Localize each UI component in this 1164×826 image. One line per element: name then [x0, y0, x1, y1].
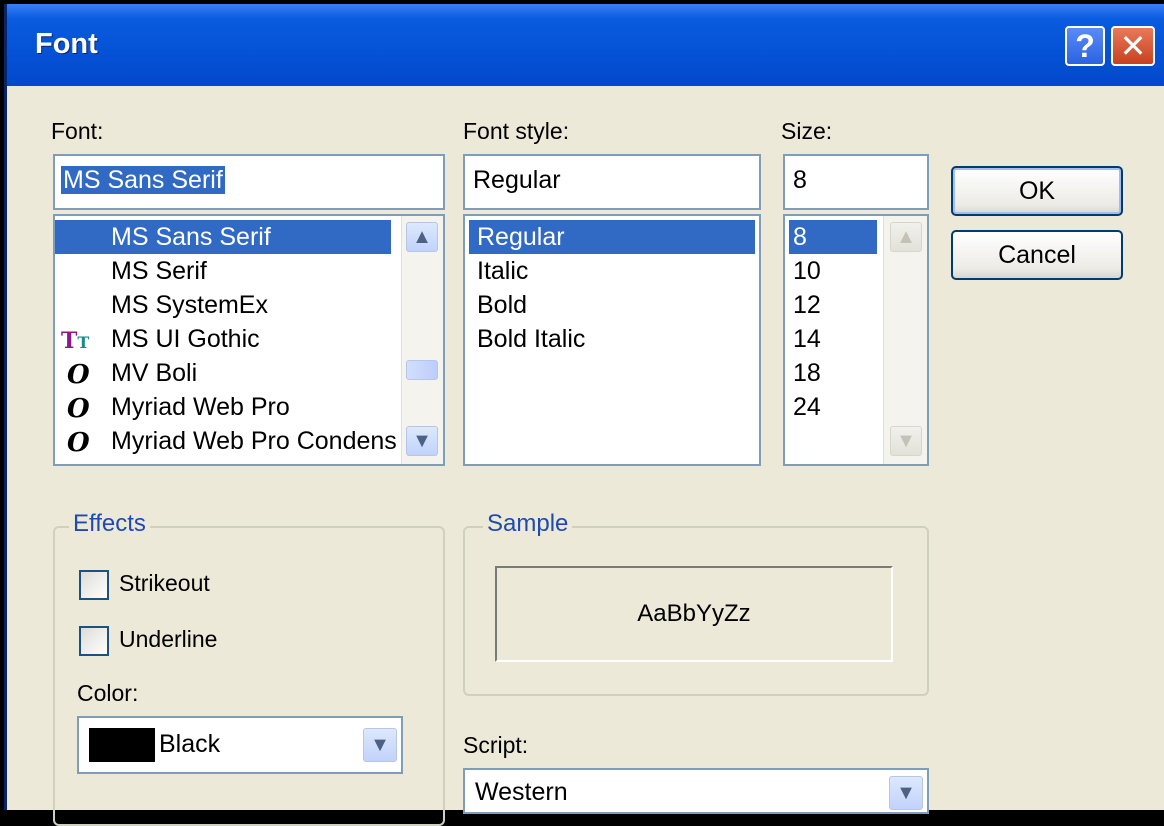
- font-list-item[interactable]: MS SystemEx: [111, 288, 268, 322]
- font-label: Font:: [51, 118, 104, 144]
- size-list[interactable]: 8 10 12 14 18 24 ▲ ▼: [783, 214, 929, 466]
- font-list-item[interactable]: MS UI Gothic: [111, 322, 260, 356]
- font-list-item[interactable]: MV Boli: [111, 356, 197, 390]
- title-bar[interactable]: Font ? ✕: [7, 4, 1164, 86]
- font-name-input[interactable]: MS Sans Serif: [53, 154, 445, 210]
- size-item[interactable]: 12: [793, 288, 821, 322]
- font-list-item-label: MV Boli: [111, 359, 198, 387]
- size-scroll-down-button[interactable]: ▼: [890, 426, 922, 456]
- font-list-item-label: MS UI Gothic: [111, 325, 260, 353]
- ok-button[interactable]: OK: [951, 166, 1123, 216]
- size-item-label: 12: [793, 291, 821, 319]
- help-icon: ?: [1075, 28, 1095, 64]
- font-dialog: Font ? ✕ Font: MS Sans Serif MS Sans Ser…: [4, 4, 1164, 826]
- color-value: Black: [159, 730, 221, 758]
- chevron-down-icon: ▼: [896, 781, 916, 804]
- chevron-down-icon: ▼: [412, 429, 432, 452]
- script-value: Western: [475, 778, 568, 806]
- color-label: Color:: [77, 680, 139, 706]
- size-item-label: 8: [793, 223, 807, 251]
- font-style-item-label: Regular: [477, 223, 565, 251]
- size-label: Size:: [781, 118, 833, 144]
- font-style-item[interactable]: Italic: [477, 254, 528, 288]
- font-style-item-label: Bold: [477, 291, 528, 319]
- cancel-button-label: Cancel: [998, 240, 1076, 269]
- font-style-item-label: Bold Italic: [477, 325, 586, 353]
- font-list-item-label: MS Sans Serif: [111, 223, 271, 251]
- chevron-down-icon: ▼: [896, 429, 916, 452]
- font-style-item[interactable]: Regular: [469, 220, 755, 254]
- size-item[interactable]: 10: [793, 254, 821, 288]
- font-style-input[interactable]: Regular: [463, 154, 761, 210]
- size-item-label: 14: [793, 325, 821, 353]
- effects-group: [53, 526, 445, 826]
- strikeout-label[interactable]: Strikeout: [119, 570, 210, 597]
- underline-label[interactable]: Underline: [119, 626, 217, 653]
- size-item-label: 10: [793, 257, 821, 285]
- ok-button-label: OK: [1018, 176, 1056, 205]
- font-style-list[interactable]: Regular Italic Bold Bold Italic: [463, 214, 761, 466]
- sample-preview: AaBbYyZz: [495, 566, 893, 662]
- font-list-item-label: Myriad Web Pro Condensed: [111, 427, 397, 455]
- opentype-icon: O: [67, 394, 90, 424]
- chevron-down-icon: ▼: [370, 733, 390, 756]
- color-dropdown-button[interactable]: ▼: [363, 728, 397, 762]
- window-title: Font: [35, 28, 98, 60]
- sample-legend: Sample: [483, 510, 573, 538]
- size-item[interactable]: 14: [793, 322, 821, 356]
- script-select[interactable]: Western ▼: [463, 768, 929, 814]
- size-scroll-up-button[interactable]: ▲: [890, 222, 922, 252]
- font-list-item[interactable]: Myriad Web Pro: [111, 390, 290, 424]
- font-list-item-label: MS Serif: [111, 257, 207, 285]
- effects-legend: Effects: [69, 510, 150, 538]
- font-list-item[interactable]: MS Serif: [111, 254, 207, 288]
- font-list[interactable]: MS Sans Serif MS Serif MS SystemEx MS UI…: [53, 214, 445, 466]
- font-list-scrollbar[interactable]: ▲ ▼: [401, 216, 443, 464]
- script-dropdown-button[interactable]: ▼: [889, 776, 923, 810]
- scroll-down-button[interactable]: ▼: [406, 426, 438, 456]
- close-button[interactable]: ✕: [1111, 26, 1155, 66]
- font-style-item-label: Italic: [477, 257, 529, 285]
- help-button[interactable]: ?: [1065, 26, 1105, 66]
- size-input[interactable]: 8: [783, 154, 929, 210]
- color-swatch: [89, 728, 155, 762]
- chevron-up-icon: ▲: [412, 225, 432, 248]
- size-item[interactable]: 8: [789, 220, 877, 254]
- close-icon: ✕: [1119, 28, 1147, 64]
- opentype-icon: O: [67, 428, 90, 458]
- font-style-label: Font style:: [463, 118, 570, 144]
- font-name-value: MS Sans Serif: [61, 166, 225, 194]
- font-style-item[interactable]: Bold Italic: [477, 322, 585, 356]
- font-style-item[interactable]: Bold: [477, 288, 527, 322]
- strikeout-checkbox[interactable]: [79, 570, 109, 600]
- size-list-scrollbar[interactable]: ▲ ▼: [883, 216, 927, 464]
- size-value: 8: [793, 166, 807, 194]
- sample-text: AaBbYyZz: [637, 600, 751, 627]
- truetype-icon: TT: [61, 328, 90, 354]
- cancel-button[interactable]: Cancel: [951, 230, 1123, 280]
- scroll-thumb[interactable]: [406, 360, 438, 380]
- font-list-item-label: Myriad Web Pro: [111, 393, 290, 421]
- script-label: Script:: [463, 732, 529, 758]
- underline-checkbox[interactable]: [79, 626, 109, 656]
- chevron-up-icon: ▲: [896, 225, 916, 248]
- size-item[interactable]: 24: [793, 390, 821, 424]
- font-list-item[interactable]: MS Sans Serif: [55, 220, 391, 254]
- font-list-item[interactable]: Myriad Web Pro Condensed: [111, 424, 397, 458]
- color-select[interactable]: Black ▼: [77, 716, 403, 774]
- size-item-label: 18: [793, 359, 821, 387]
- scroll-up-button[interactable]: ▲: [406, 222, 438, 252]
- opentype-icon: O: [67, 360, 90, 390]
- size-item-label: 24: [793, 393, 821, 421]
- size-item[interactable]: 18: [793, 356, 821, 390]
- font-list-item-label: MS SystemEx: [111, 291, 268, 319]
- font-style-value: Regular: [473, 166, 561, 194]
